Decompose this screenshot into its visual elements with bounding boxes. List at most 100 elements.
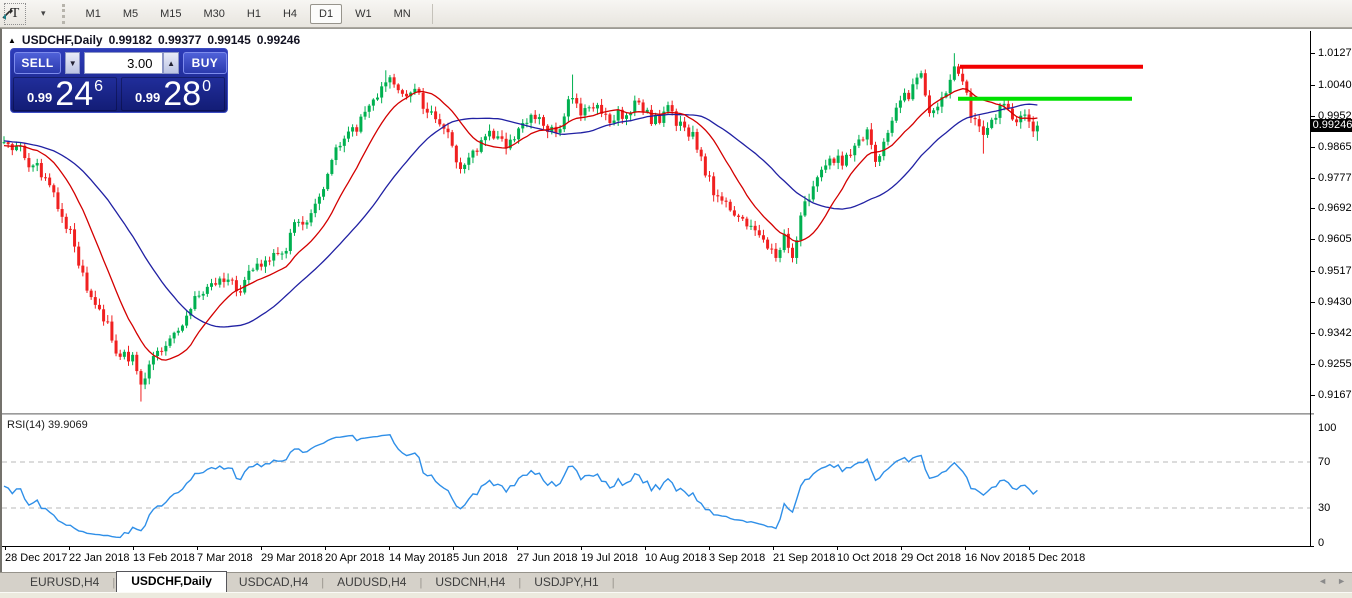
chart-tab-eurusd[interactable]: EURUSD,H4 [18, 573, 111, 592]
ohlc-low-value: 0.99145 [207, 33, 250, 47]
timeframe-button-m15[interactable]: M15 [151, 4, 190, 24]
buy-button[interactable]: BUY [183, 52, 227, 74]
tab-separator: | [518, 577, 521, 589]
toolbar-grip[interactable] [62, 4, 65, 24]
chart-tab-usdchf[interactable]: USDCHF,Daily [116, 571, 227, 592]
chart-window: ▲ USDCHF,Daily 0.99182 0.99377 0.99145 0… [0, 28, 1352, 572]
time-axis-label: 29 Mar 2018 [261, 552, 323, 564]
timeframe-button-m1[interactable]: M1 [77, 4, 110, 24]
time-axis-label: 19 Jul 2018 [581, 552, 638, 564]
time-axis-label: 16 Nov 2018 [965, 552, 1027, 564]
chart-tab-audusd[interactable]: AUDUSD,H4 [325, 573, 418, 592]
timeframe-button-h4[interactable]: H4 [274, 4, 306, 24]
chart-title: ▲ USDCHF,Daily 0.99182 0.99377 0.99145 0… [8, 33, 300, 47]
ohlc-high-value: 0.99377 [158, 33, 201, 47]
price-axis-label: 0.96050 [1318, 233, 1352, 245]
tab-separator: | [612, 577, 615, 589]
timeframe-button-mn[interactable]: MN [385, 4, 420, 24]
price-axis-tick [1310, 147, 1315, 148]
sell-price-prefix: 0.99 [27, 90, 52, 105]
time-axis-label: 10 Oct 2018 [837, 552, 897, 564]
price-axis-tick [1310, 53, 1315, 54]
sell-price-display[interactable]: 0.99 24 6 [13, 77, 117, 111]
time-axis-label: 20 Apr 2018 [325, 552, 384, 564]
tabs-scroll-left-icon[interactable]: ◄ [1318, 576, 1327, 586]
cursor-style-dropdown-button[interactable]: ▾ [34, 3, 50, 25]
timeframe-button-m5[interactable]: M5 [114, 4, 147, 24]
price-axis-border [1310, 31, 1311, 547]
price-axis-tick [1310, 302, 1315, 303]
rsi-axis-label: 0 [1318, 537, 1324, 549]
one-click-trade-panel: SELL ▼ ▲ BUY 0.99 24 6 0.99 28 0 [10, 48, 228, 113]
sell-price-point: 6 [94, 78, 103, 96]
ohlc-close-value: 0.99246 [257, 33, 300, 47]
sell-button[interactable]: SELL [14, 52, 61, 74]
toolbar-separator [432, 4, 433, 24]
time-axis-tick [581, 546, 582, 550]
ma-fast-line[interactable] [4, 89, 1037, 360]
ohlc-open-value: 0.99182 [109, 33, 152, 47]
price-axis-tick [1310, 364, 1315, 365]
time-axis-tick [709, 546, 710, 550]
buy-price-pips: 28 [163, 79, 201, 109]
rsi-line[interactable] [4, 435, 1037, 538]
time-axis-tick [389, 546, 390, 550]
time-axis-label: 5 Dec 2018 [1029, 552, 1085, 564]
chart-tab-strip: EURUSD,H4|USDCHF,DailyUSDCAD,H4|AUDUSD,H… [0, 572, 1352, 592]
time-axis-tick [901, 546, 902, 550]
rsi-axis-label: 70 [1318, 456, 1330, 468]
time-axis-label: 3 Sep 2018 [709, 552, 765, 564]
time-axis-tick [197, 546, 198, 550]
time-axis-label: 10 Aug 2018 [645, 552, 707, 564]
ma-slow-line[interactable] [4, 104, 1037, 327]
timeframe-button-h1[interactable]: H1 [238, 4, 270, 24]
buy-price-display[interactable]: 0.99 28 0 [121, 77, 225, 111]
time-axis-label: 22 Jan 2018 [69, 552, 130, 564]
lot-size-input[interactable] [84, 52, 163, 74]
timeframe-button-d1[interactable]: D1 [310, 4, 342, 24]
timeframe-button-w1[interactable]: W1 [346, 4, 381, 24]
time-axis-label: 28 Dec 2017 [5, 552, 67, 564]
price-axis-label: 0.93425 [1318, 327, 1352, 339]
rsi-indicator-chart [2, 415, 1310, 547]
rsi-indicator-label: RSI(14) 39.9069 [7, 419, 88, 431]
time-axis-tick [645, 546, 646, 550]
chart-tab-usdcnh[interactable]: USDCNH,H4 [423, 573, 517, 592]
price-axis-label: 1.01275 [1318, 47, 1352, 59]
time-axis-tick [965, 546, 966, 550]
current-price-tag: 0.99246 [1311, 119, 1352, 132]
price-axis-label: 1.00400 [1318, 79, 1352, 91]
price-axis-tick [1310, 395, 1315, 396]
tab-separator: | [112, 577, 115, 589]
buy-price-point: 0 [202, 78, 211, 96]
time-axis-label: 27 Jun 2018 [517, 552, 578, 564]
chart-tab-usdcad[interactable]: USDCAD,H4 [227, 573, 320, 592]
lot-increase-button[interactable]: ▲ [163, 52, 178, 74]
price-axis-tick [1310, 178, 1315, 179]
price-axis-tick [1310, 208, 1315, 209]
time-axis-label: 14 May 2018 [389, 552, 453, 564]
time-axis-label: 7 Mar 2018 [197, 552, 253, 564]
time-axis-tick [453, 546, 454, 550]
time-axis-tick [69, 546, 70, 550]
time-axis-label: 13 Feb 2018 [133, 552, 195, 564]
rsi-axis-label: 100 [1318, 422, 1336, 434]
lot-decrease-button[interactable]: ▼ [65, 52, 80, 74]
price-axis-label: 0.92550 [1318, 358, 1352, 370]
time-axis-tick [517, 546, 518, 550]
price-axis-label: 0.98650 [1318, 141, 1352, 153]
price-axis-tick [1310, 239, 1315, 240]
price-axis-label: 0.94300 [1318, 296, 1352, 308]
time-axis-tick [133, 546, 134, 550]
double-arrow-icon [0, 7, 16, 21]
chart-tab-usdjpy[interactable]: USDJPY,H1 [522, 573, 610, 592]
time-axis-tick [325, 546, 326, 550]
tab-separator: | [321, 577, 324, 589]
timeframe-button-m30[interactable]: M30 [195, 4, 234, 24]
time-axis-tick [837, 546, 838, 550]
time-axis-border [2, 546, 1314, 547]
price-axis-label: 0.91675 [1318, 389, 1352, 401]
time-axis-tick [261, 546, 262, 550]
tabs-scroll-right-icon[interactable]: ► [1337, 576, 1346, 586]
collapse-arrow-icon[interactable]: ▲ [8, 36, 16, 45]
